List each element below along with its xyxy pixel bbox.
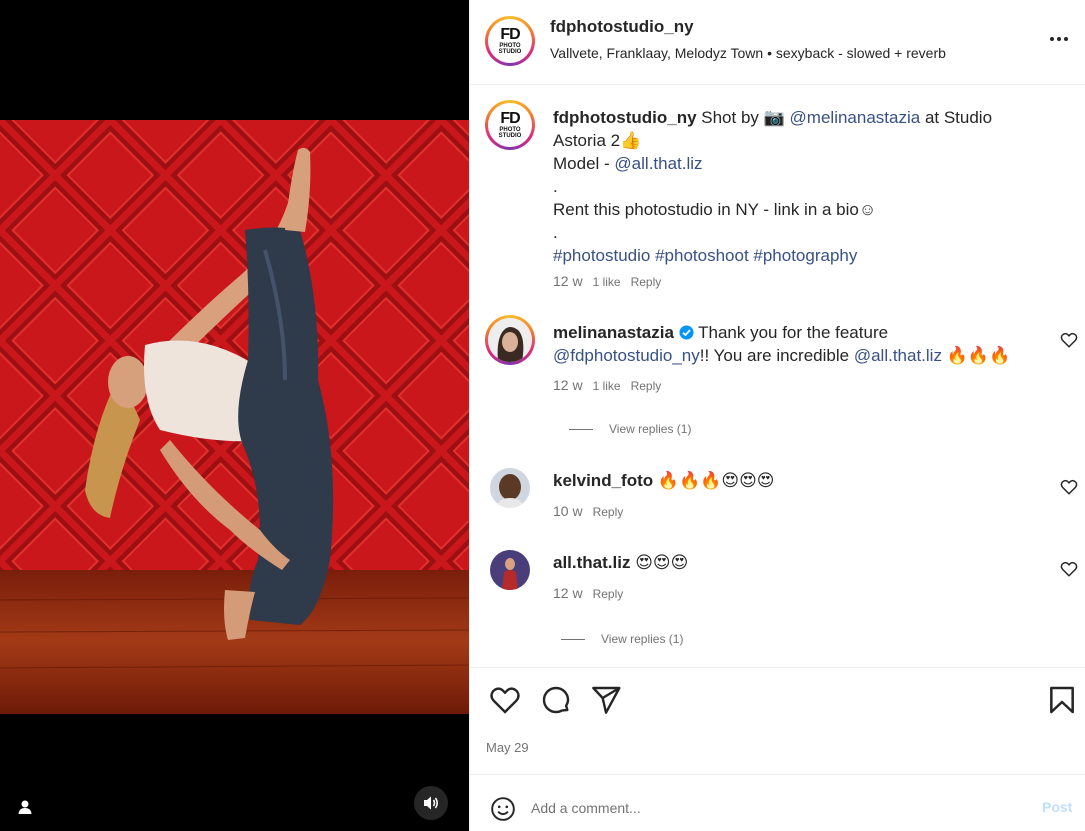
mention-link[interactable]: @all.that.liz bbox=[854, 346, 942, 365]
comment-username[interactable]: kelvind_foto bbox=[553, 471, 653, 490]
caption-likes[interactable]: 1 like bbox=[593, 275, 621, 289]
caption-reply-button[interactable]: Reply bbox=[631, 275, 662, 289]
replies-divider bbox=[569, 428, 593, 430]
tagged-user-icon[interactable] bbox=[14, 796, 36, 818]
comment-meta: 12 w 1 like Reply bbox=[553, 377, 662, 393]
post-date[interactable]: May 29 bbox=[486, 740, 529, 755]
post-photo[interactable] bbox=[0, 120, 469, 714]
caption-time: 12 w bbox=[553, 273, 583, 289]
sound-toggle-button[interactable] bbox=[414, 786, 448, 820]
comment-text: melinanastazia Thank you for the feature… bbox=[553, 323, 1011, 365]
post-header: FD PHOTO STUDIO fdphotostudio_ny Vallvet… bbox=[470, 0, 1085, 85]
media-panel bbox=[0, 0, 469, 831]
comment-username[interactable]: all.that.liz bbox=[553, 553, 630, 572]
comment-composer: Post bbox=[470, 774, 1085, 831]
audio-track[interactable]: Vallvete, Franklaay, Melodyz Town • sexy… bbox=[550, 45, 946, 61]
verified-badge-icon bbox=[679, 323, 694, 340]
mention-link[interactable]: @fdphotostudio_ny bbox=[553, 346, 700, 365]
like-comment-heart-icon[interactable] bbox=[1060, 478, 1078, 496]
comment-likes[interactable]: 1 like bbox=[593, 379, 621, 393]
comment-reply-button[interactable]: Reply bbox=[631, 379, 662, 393]
comment-bubble-icon[interactable] bbox=[540, 684, 572, 716]
comment-meta: 10 w Reply bbox=[553, 503, 624, 519]
save-bookmark-icon[interactable] bbox=[1046, 684, 1078, 716]
caption-text: fdphotostudio_ny Shot by 📷 @melinanastaz… bbox=[553, 108, 993, 265]
add-comment-input[interactable] bbox=[531, 796, 1011, 820]
post-sidebar: FD PHOTO STUDIO fdphotostudio_ny Vallvet… bbox=[469, 0, 1085, 831]
view-replies-button[interactable]: View replies (1) bbox=[569, 422, 691, 436]
emoji-smiley-icon[interactable] bbox=[490, 796, 516, 822]
caption-meta: 12 w 1 like Reply bbox=[553, 273, 661, 289]
commenter-avatar[interactable] bbox=[490, 468, 530, 508]
comment-meta: 12 w Reply bbox=[553, 585, 624, 601]
speaker-icon bbox=[424, 796, 439, 810]
more-options-button[interactable] bbox=[1044, 30, 1074, 48]
post-comment-button[interactable]: Post bbox=[1042, 799, 1072, 815]
comment-text: kelvind_foto 🔥🔥🔥😍😍😍 bbox=[553, 471, 775, 490]
more-dots-icon bbox=[1050, 37, 1054, 41]
author-username[interactable]: fdphotostudio_ny bbox=[550, 17, 694, 37]
comment-username[interactable]: melinanastazia bbox=[553, 323, 674, 342]
comment-text: all.that.liz 😍😍😍 bbox=[553, 553, 689, 572]
caption-avatar[interactable]: FD PHOTO STUDIO bbox=[485, 100, 535, 150]
post-actions: May 29 bbox=[470, 667, 1085, 774]
replies-divider bbox=[561, 638, 585, 640]
like-heart-icon[interactable] bbox=[489, 684, 521, 716]
share-send-icon[interactable] bbox=[590, 684, 622, 716]
comment-reply-button[interactable]: Reply bbox=[593, 587, 624, 601]
author-avatar[interactable]: FD PHOTO STUDIO bbox=[485, 16, 535, 66]
commenter-avatar[interactable] bbox=[485, 315, 535, 365]
caption-username[interactable]: fdphotostudio_ny bbox=[553, 108, 697, 127]
commenter-avatar[interactable] bbox=[490, 550, 530, 590]
hashtags[interactable]: #photostudio #photoshoot #photography bbox=[553, 246, 857, 265]
like-comment-heart-icon[interactable] bbox=[1060, 331, 1078, 349]
view-replies-button[interactable]: View replies (1) bbox=[561, 632, 683, 646]
comment-reply-button[interactable]: Reply bbox=[593, 505, 624, 519]
like-comment-heart-icon[interactable] bbox=[1060, 560, 1078, 578]
fd-logo: FD PHOTO STUDIO bbox=[498, 26, 522, 56]
mention-link[interactable]: @melinanastazia bbox=[790, 108, 921, 127]
mention-link[interactable]: @all.that.liz bbox=[614, 154, 702, 173]
